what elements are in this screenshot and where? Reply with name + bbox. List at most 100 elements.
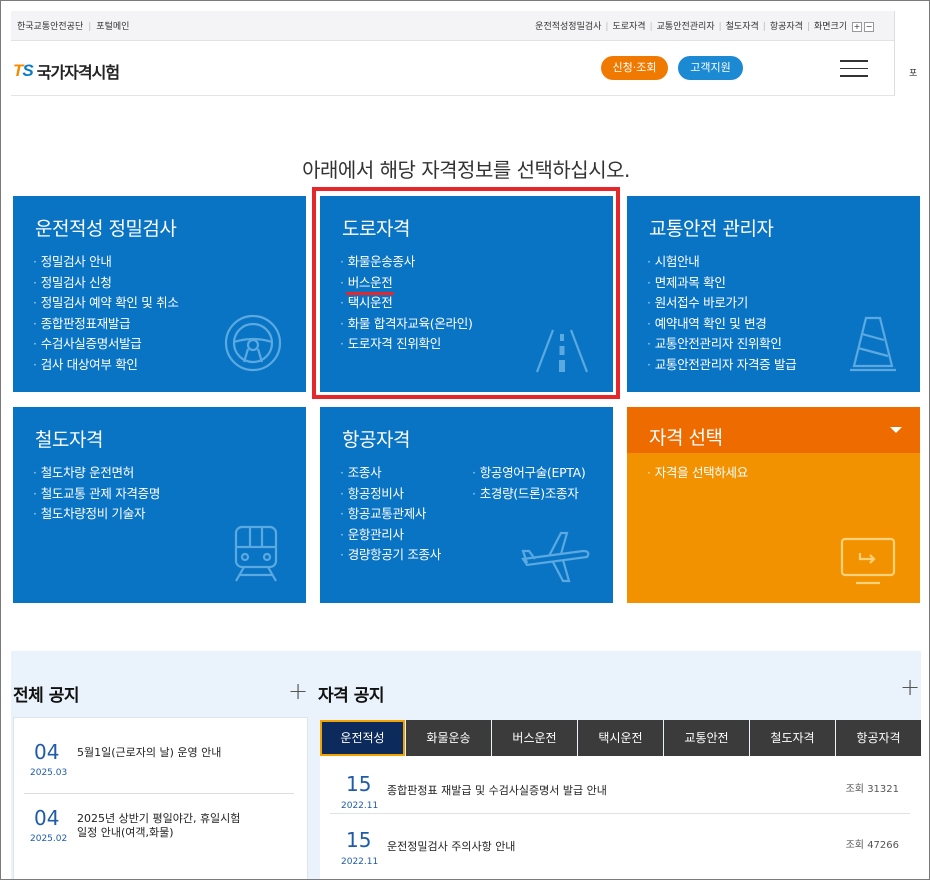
card-railway[interactable]: 철도자격 철도차량 운전면허 철도교통 관제 자격증명 철도차량정비 기술자 bbox=[13, 407, 306, 603]
link-railway[interactable]: 철도자격 bbox=[726, 22, 759, 32]
menu-icon[interactable] bbox=[840, 60, 868, 78]
link-manager-verification[interactable]: 교통안전관리자 진위확인 bbox=[647, 334, 796, 355]
notice-day: 04 bbox=[34, 740, 60, 764]
kotsa-link[interactable]: 한국교통안전공단 bbox=[17, 22, 83, 32]
train-icon bbox=[234, 525, 278, 582]
link-exemption-check[interactable]: 면제과목 확인 bbox=[647, 273, 796, 294]
card-driving-aptitude[interactable]: 운전적성 정밀검사 정밀검사 안내 정밀검사 신청 정밀검사 예약 확인 및 취… bbox=[13, 196, 306, 392]
qualification-notice-more-icon[interactable]: + bbox=[900, 673, 920, 701]
card-title: 항공자격 bbox=[342, 429, 410, 451]
link-traffic-safety[interactable]: 교통안전관리자 bbox=[657, 22, 715, 32]
link-aircraft-mechanic[interactable]: 항공정비사 bbox=[340, 484, 441, 505]
link-application-shortcut[interactable]: 원서접수 바로가기 bbox=[647, 293, 796, 314]
page-headline: 아래에서 해당 자격정보를 선택하십시오. bbox=[302, 158, 630, 182]
notice-title[interactable]: 2025년 상반기 평일야간, 휴일시험 일정 안내(여객,화물) bbox=[77, 812, 247, 840]
tab-railway[interactable]: 철도자격 bbox=[750, 720, 835, 756]
link-exam-info[interactable]: 시험안내 bbox=[647, 252, 796, 273]
utility-right-links: 운전적성정밀검사 | 도로자격 | 교통안전관리자 | 철도자격 | 항공자격 | 화면크기 + − bbox=[535, 21, 874, 32]
card-link-list: 시험안내 면제과목 확인 원서접수 바로가기 예약내역 확인 및 변경 교통안전… bbox=[647, 252, 797, 376]
notice-day: 15 bbox=[346, 828, 372, 852]
portal-main-link[interactable]: 포털메인 bbox=[96, 22, 129, 32]
utility-bar: 한국교통안전공단 | 포털메인 운전적성정밀검사 | 도로자격 | 교통안전관리자 | 철도자격… bbox=[11, 11, 894, 41]
bus-driving-underline bbox=[346, 292, 394, 295]
link-exam-certificate[interactable]: 수검사실증명서발급 bbox=[33, 334, 179, 355]
link-rail-driving-license[interactable]: 철도차량 운전면허 bbox=[33, 463, 160, 484]
qualification-notice-list: 15 2022.11 종합판정표 재발급 및 수검사실증명서 발급 안내 조회 … bbox=[320, 756, 921, 879]
card-title: 자격 선택 bbox=[649, 427, 723, 449]
site-header: TS 국가자격시험 신청·조회 고객지원 bbox=[11, 41, 894, 96]
card-title: 운전적성 정밀검사 bbox=[35, 218, 177, 240]
card-qualification-select[interactable]: 자격 선택 자격을 선택하세요 bbox=[627, 407, 920, 603]
notice-day: 04 bbox=[34, 806, 60, 830]
apply-lookup-button[interactable]: 신청·조회 bbox=[601, 56, 668, 80]
link-rail-maintenance-technician[interactable]: 철도차량정비 기술자 bbox=[33, 504, 160, 525]
customer-support-button[interactable]: 고객지원 bbox=[678, 56, 743, 80]
card-title: 교통안전 관리자 bbox=[649, 218, 774, 240]
link-air-traffic-controller[interactable]: 항공교통관제사 bbox=[340, 504, 441, 525]
notice-title[interactable]: 종합판정표 재발급 및 수검사실증명서 발급 안내 bbox=[387, 782, 607, 798]
notice-day: 15 bbox=[346, 772, 372, 796]
dropdown-caret-icon[interactable] bbox=[890, 427, 902, 433]
font-size-label: 화면크기 bbox=[814, 22, 848, 32]
card-traffic-safety[interactable]: 교통안전 관리자 시험안내 면제과목 확인 원서접수 바로가기 예약내역 확인 … bbox=[627, 196, 920, 392]
card-link-list: 철도차량 운전면허 철도교통 관제 자격증명 철도차량정비 기술자 bbox=[33, 463, 161, 525]
side-panel-edge: 포 bbox=[894, 11, 929, 96]
tab-cargo[interactable]: 화물운송 bbox=[406, 720, 491, 756]
link-pilot[interactable]: 조종사 bbox=[340, 463, 441, 484]
link-driving-aptitude[interactable]: 운전적성정밀검사 bbox=[535, 22, 601, 32]
tab-taxi[interactable]: 택시운전 bbox=[578, 720, 663, 756]
link-precise-exam-info[interactable]: 정밀검사 안내 bbox=[33, 252, 179, 273]
link-epta[interactable]: 항공영어구술(EPTA) bbox=[472, 463, 586, 484]
link-reservation-change[interactable]: 예약내역 확인 및 변경 bbox=[647, 314, 796, 335]
link-flight-dispatcher[interactable]: 운항관리사 bbox=[340, 525, 441, 546]
notice-date: 2025.02 bbox=[30, 834, 68, 844]
tab-aviation[interactable]: 항공자격 bbox=[836, 720, 921, 756]
card-link-list: 자격을 선택하세요 bbox=[647, 463, 749, 484]
notice-title[interactable]: 운전정밀검사 주의사항 안내 bbox=[387, 838, 515, 854]
all-notice-more-icon[interactable]: + bbox=[288, 677, 308, 705]
notice-date: 2022.11 bbox=[341, 857, 379, 867]
all-notice-list: 04 2025.03 5월1일(근로자의 날) 운영 안내 04 2025.02… bbox=[13, 717, 309, 879]
view-count: 조회 47266 bbox=[845, 840, 899, 851]
link-manager-license-issue[interactable]: 교통안전관리자 자격증 발급 bbox=[647, 355, 797, 376]
notice-section: 전체 공지 + 자격 공지 + 04 2025.03 5월1일(근로자의 날) … bbox=[11, 651, 921, 879]
link-reservation-check[interactable]: 정밀검사 예약 확인 및 취소 bbox=[33, 293, 179, 314]
link-rail-control-certificate[interactable]: 철도교통 관제 자격증명 bbox=[33, 484, 161, 505]
font-increase-button[interactable]: + bbox=[852, 21, 862, 32]
link-result-reissue[interactable]: 종합판정표재발급 bbox=[33, 314, 179, 335]
traffic-cone-icon bbox=[850, 316, 896, 372]
list-item[interactable]: 04 2025.02 2025년 상반기 평일야간, 휴일시험 일정 안내(여객… bbox=[14, 800, 309, 870]
site-name: 국가자격시험 bbox=[36, 63, 120, 82]
list-item[interactable]: 15 2022.11 운전정밀검사 주의사항 안내 조회 47266 bbox=[320, 822, 921, 878]
tab-bus[interactable]: 버스운전 bbox=[492, 720, 577, 756]
utility-left-links: 한국교통안전공단 | 포털메인 bbox=[17, 22, 130, 32]
browser-frame: 한국교통안전공단 | 포털메인 운전적성정밀검사 | 도로자격 | 교통안전관리자 | 철도자격… bbox=[0, 0, 930, 880]
divider bbox=[24, 793, 294, 794]
card-link-list-col2: 항공영어구술(EPTA) 초경량(드론)조종자 bbox=[472, 463, 586, 504]
airplane-icon bbox=[521, 531, 590, 583]
notice-title[interactable]: 5월1일(근로자의 날) 운영 안내 bbox=[77, 746, 247, 760]
link-road[interactable]: 도로자격 bbox=[612, 22, 645, 32]
side-panel-text[interactable]: 포 bbox=[909, 66, 917, 79]
notice-date: 2022.11 bbox=[341, 801, 379, 811]
link-drone-pilot[interactable]: 초경량(드론)조종자 bbox=[472, 484, 586, 505]
divider bbox=[330, 813, 910, 814]
link-eligibility-check[interactable]: 검사 대상여부 확인 bbox=[33, 355, 179, 376]
view-count: 조회 31321 bbox=[845, 784, 899, 795]
qualification-tabs: 운전적성 화물운송 버스운전 택시운전 교통안전 철도자격 항공자격 bbox=[320, 720, 921, 756]
link-light-aircraft-pilot[interactable]: 경량항공기 조종사 bbox=[340, 545, 442, 566]
monitor-icon bbox=[840, 537, 896, 585]
card-link-list: 정밀검사 안내 정밀검사 신청 정밀검사 예약 확인 및 취소 종합판정표재발급… bbox=[33, 252, 179, 375]
card-aviation[interactable]: 항공자격 조종사 항공정비사 항공교통관제사 운항관리사 경량항공기 조종사 항… bbox=[320, 407, 613, 603]
site-logo[interactable]: TS 국가자격시험 bbox=[13, 59, 120, 83]
tab-driving-aptitude[interactable]: 운전적성 bbox=[320, 720, 405, 756]
select-placeholder[interactable]: 자격을 선택하세요 bbox=[647, 463, 749, 484]
card-title: 철도자격 bbox=[35, 429, 103, 451]
tab-traffic-safety[interactable]: 교통안전 bbox=[664, 720, 749, 756]
font-decrease-button[interactable]: − bbox=[864, 21, 874, 32]
notice-date: 2025.03 bbox=[30, 768, 68, 778]
link-precise-exam-apply[interactable]: 정밀검사 신청 bbox=[33, 273, 179, 294]
steering-wheel-icon bbox=[224, 314, 282, 372]
link-aviation[interactable]: 항공자격 bbox=[770, 22, 803, 32]
ts-logo-mark: TS bbox=[13, 61, 34, 80]
